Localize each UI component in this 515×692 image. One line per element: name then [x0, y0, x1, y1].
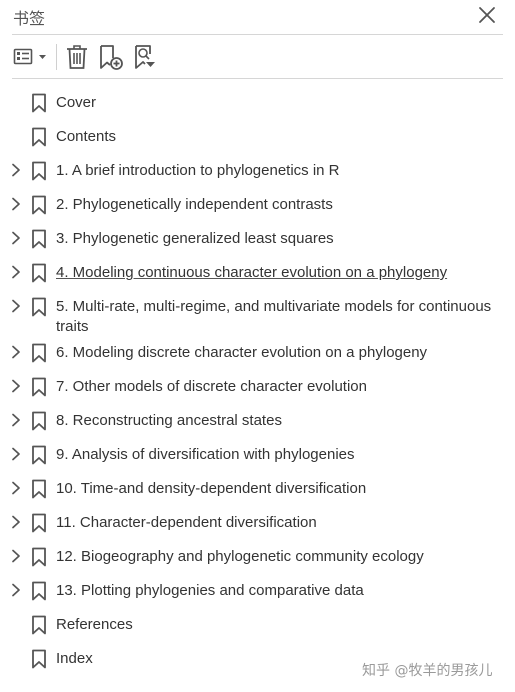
bookmark-label: 1. A brief introduction to phylogenetics…: [56, 162, 340, 179]
options-menu-icon: [13, 48, 46, 65]
bookmark-item-chapter-4[interactable]: 4. Modeling continuous character evoluti…: [0, 256, 515, 290]
panel-header: 书签: [0, 0, 515, 32]
bookmark-icon: [31, 93, 47, 113]
bookmark-item-chapter-13[interactable]: 13. Plotting phylogenies and comparative…: [0, 574, 515, 608]
bookmark-item-chapter-11[interactable]: 11. Character-dependent diversification: [0, 506, 515, 540]
bookmark-icon: [31, 411, 47, 431]
chevron-right-icon[interactable]: [10, 264, 22, 280]
bookmark-item-chapter-3[interactable]: 3. Phylogenetic generalized least square…: [0, 222, 515, 256]
chevron-right-icon[interactable]: [10, 344, 22, 360]
toolbar-separator: [56, 44, 57, 70]
chevron-right-icon[interactable]: [10, 298, 22, 314]
new-bookmark-icon: [100, 45, 123, 70]
find-current-bookmark-button[interactable]: [133, 44, 159, 70]
delete-bookmark-button[interactable]: [65, 44, 89, 70]
bookmark-item-chapter-7[interactable]: 7. Other models of discrete character ev…: [0, 370, 515, 404]
bookmark-label: 11. Character-dependent diversification: [56, 514, 317, 531]
chevron-right-icon[interactable]: [10, 480, 22, 496]
bookmark-icon: [31, 297, 47, 317]
bookmark-label: 12. Biogeography and phylogenetic commun…: [56, 548, 424, 565]
trash-icon: [67, 45, 87, 69]
bookmark-label: 4. Modeling continuous character evoluti…: [56, 264, 448, 281]
chevron-right-icon[interactable]: [10, 446, 22, 462]
bookmark-item-chapter-10[interactable]: 10. Time-and density-dependent diversifi…: [0, 472, 515, 506]
header-divider: [12, 34, 503, 35]
bookmark-item-references[interactable]: References: [0, 608, 515, 642]
chevron-right-icon[interactable]: [10, 196, 22, 212]
chevron-right-icon[interactable]: [10, 548, 22, 564]
panel-title: 书签: [13, 9, 46, 28]
bookmark-icon: [31, 343, 47, 363]
bookmark-item-chapter-12[interactable]: 12. Biogeography and phylogenetic commun…: [0, 540, 515, 574]
bookmark-toolbar: [0, 36, 515, 78]
chevron-right-icon[interactable]: [10, 378, 22, 394]
bookmark-icon: [31, 127, 47, 147]
close-icon[interactable]: [476, 4, 498, 26]
bookmark-label: 7. Other models of discrete character ev…: [56, 378, 367, 395]
bookmark-label: 8. Reconstructing ancestral states: [56, 412, 282, 429]
bookmark-label: 2. Phylogenetically independent contrast…: [56, 196, 333, 213]
chevron-right-icon[interactable]: [10, 514, 22, 530]
chevron-right-icon[interactable]: [10, 162, 22, 178]
bookmark-icon: [31, 649, 47, 669]
bookmark-icon: [31, 479, 47, 499]
bookmark-icon: [31, 445, 47, 465]
bookmark-label: Contents: [56, 128, 117, 145]
new-bookmark-button[interactable]: [98, 44, 126, 70]
bookmark-item-chapter-9[interactable]: 9. Analysis of diversification with phyl…: [0, 438, 515, 472]
watermark: 知乎 @牧羊的男孩儿: [362, 663, 493, 679]
toolbar-divider: [12, 78, 503, 79]
bookmark-label: 5. Multi-rate, multi-regime, and multiva…: [56, 298, 492, 335]
bookmark-item-chapter-2[interactable]: 2. Phylogenetically independent contrast…: [0, 188, 515, 222]
bookmark-label: 3. Phylogenetic generalized least square…: [56, 230, 334, 247]
bookmark-icon: [31, 513, 47, 533]
bookmark-label: 10. Time-and density-dependent diversifi…: [56, 480, 367, 497]
bookmark-icon: [31, 615, 47, 635]
bookmark-icon: [31, 547, 47, 567]
options-menu-button[interactable]: [13, 44, 49, 70]
bookmark-list: Cover Contents 1. A brief introduction t…: [0, 86, 515, 676]
bookmark-label: 13. Plotting phylogenies and comparative…: [56, 582, 364, 599]
bookmark-item-cover[interactable]: Cover: [0, 86, 515, 120]
bookmark-label: 6. Modeling discrete character evolution…: [56, 344, 428, 361]
chevron-right-icon[interactable]: [10, 582, 22, 598]
bookmark-item-chapter-8[interactable]: 8. Reconstructing ancestral states: [0, 404, 515, 438]
chevron-right-icon[interactable]: [10, 412, 22, 428]
bookmark-item-chapter-6[interactable]: 6. Modeling discrete character evolution…: [0, 336, 515, 370]
bookmark-item-chapter-5[interactable]: 5. Multi-rate, multi-regime, and multiva…: [0, 290, 515, 336]
bookmark-item-chapter-1[interactable]: 1. A brief introduction to phylogenetics…: [0, 154, 515, 188]
bookmark-label: 9. Analysis of diversification with phyl…: [56, 446, 355, 463]
bookmark-item-contents[interactable]: Contents: [0, 120, 515, 154]
bookmark-icon: [31, 377, 47, 397]
bookmark-icon: [31, 161, 47, 181]
bookmark-icon: [31, 581, 47, 601]
chevron-right-icon[interactable]: [10, 230, 22, 246]
find-current-bookmark-icon: [135, 45, 155, 69]
bookmark-label: References: [56, 616, 133, 633]
bookmark-icon: [31, 263, 47, 283]
bookmark-icon: [31, 195, 47, 215]
bookmark-label: Cover: [56, 94, 97, 111]
bookmark-icon: [31, 229, 47, 249]
